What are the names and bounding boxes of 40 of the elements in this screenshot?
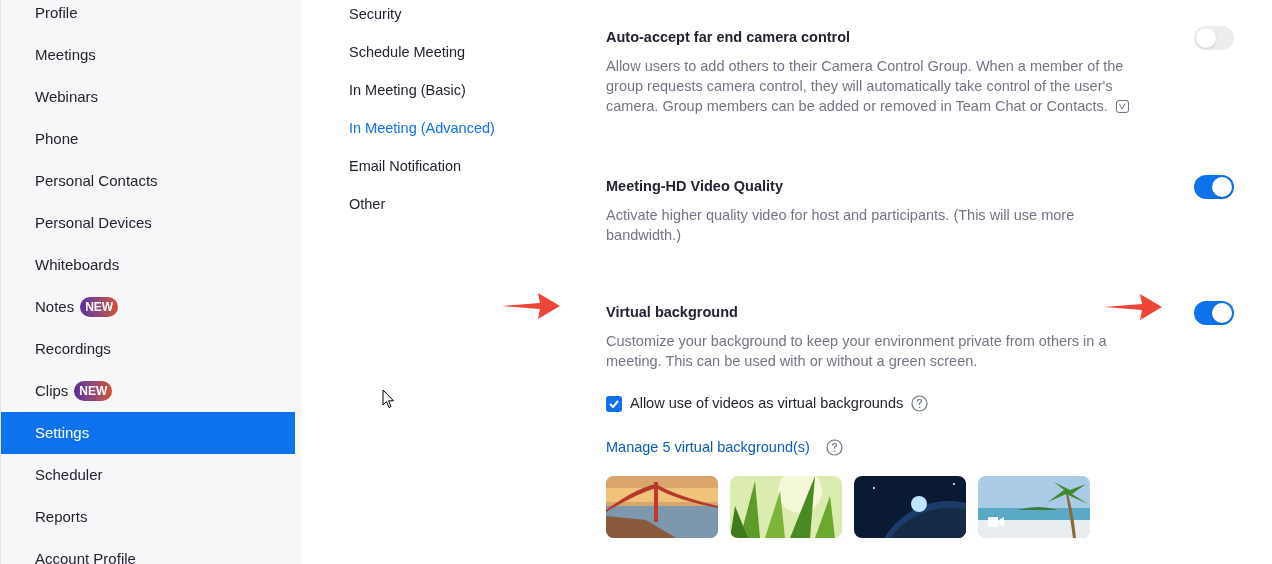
section-link[interactable]: In Meeting (Basic) bbox=[349, 72, 606, 110]
sidebar-item[interactable]: Profile bbox=[1, 0, 295, 34]
setting-title: Meeting-HD Video Quality bbox=[606, 177, 783, 197]
video-camera-icon bbox=[988, 516, 1004, 527]
sidebar-item[interactable]: Whiteboards bbox=[1, 244, 295, 286]
setting-title: Auto-accept far end camera control bbox=[606, 28, 851, 48]
checkbox[interactable] bbox=[606, 395, 622, 412]
sidebar-item[interactable]: Meetings bbox=[1, 34, 295, 76]
toggle-switch[interactable] bbox=[1194, 26, 1234, 50]
sidebar-item[interactable]: Reports bbox=[1, 496, 295, 538]
info-icon bbox=[1115, 100, 1129, 113]
help-icon[interactable] bbox=[825, 439, 843, 457]
sidebar-item[interactable]: Personal Contacts bbox=[1, 160, 295, 202]
section-link[interactable]: In Meeting (Advanced) bbox=[349, 110, 606, 148]
section-link[interactable]: Email Notification bbox=[349, 148, 606, 186]
manage-link[interactable]: Manage 5 virtual background(s) bbox=[606, 436, 810, 459]
toggle-switch[interactable] bbox=[1194, 301, 1234, 325]
new-badge: NEW bbox=[74, 381, 113, 401]
setting-description: Customize your background to keep your environment private from others in a meeting. This can be used with or without a green screen. bbox=[606, 332, 1108, 371]
sidebar-item[interactable]: Phone bbox=[1, 118, 295, 160]
new-badge: NEW bbox=[80, 297, 119, 317]
sidebar-item[interactable]: Scheduler bbox=[1, 454, 295, 496]
sidebar-item[interactable]: Clips NEW bbox=[1, 370, 295, 412]
cursor-icon bbox=[382, 389, 395, 409]
sidebar-item[interactable]: Settings bbox=[1, 412, 295, 454]
sidebar-item[interactable]: Notes NEW bbox=[1, 286, 295, 328]
check-icon bbox=[609, 399, 619, 408]
setting-description: Allow users to add others to their Camera Control Group. When a member of the group requests camera control, they will automatically take control of the user's camera. Group members can be added or removed in Team Chat or Contacts. bbox=[606, 56, 1136, 116]
checkbox-label: Allow use of videos as virtual backgrounds bbox=[630, 394, 904, 413]
section-link[interactable]: Schedule Meeting bbox=[349, 34, 606, 72]
setting-title: Virtual background bbox=[606, 303, 738, 323]
toggle-switch[interactable] bbox=[1194, 175, 1234, 199]
sidebar-item[interactable]: Recordings bbox=[1, 328, 295, 370]
sidebar-item[interactable]: Webinars bbox=[1, 76, 295, 118]
setting-description: Activate higher quality video for host and participants. (This will use more bandwidth.) bbox=[606, 206, 1076, 245]
section-link[interactable]: Security bbox=[349, 0, 606, 34]
section-link[interactable]: Other bbox=[349, 186, 606, 224]
sidebar-item[interactable]: Account Profile bbox=[1, 538, 295, 564]
help-icon[interactable] bbox=[911, 395, 929, 413]
sidebar-item[interactable]: Personal Devices bbox=[1, 202, 295, 244]
